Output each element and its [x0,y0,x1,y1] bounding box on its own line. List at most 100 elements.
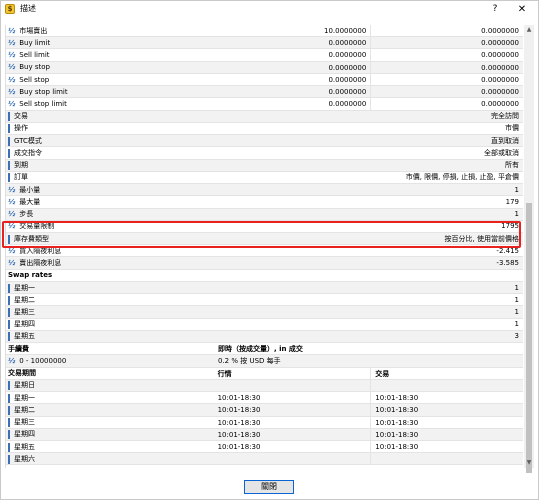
half-icon: ½ [8,63,16,72]
row-label-cell: ½ Buy limit [6,39,216,47]
table-row[interactable]: ½ 最小量 1 [6,184,523,197]
table-row[interactable]: 星期三 1 [6,306,523,319]
table-row[interactable]: 星期日 [6,379,523,393]
trade-session: 10:01-18:30 [370,392,523,404]
row-value-2: 0.0000000 [370,37,523,49]
half-icon: ½ [8,100,16,109]
table-row[interactable]: 星期四 1 [6,319,523,331]
table-row[interactable]: ½ Sell stop limit 0.0000000 0.0000000 [6,98,523,111]
vertical-scrollbar[interactable]: ▲ ▼ [524,25,534,473]
calendar-icon [8,332,10,342]
row-label-cell: 星期三 [6,417,216,428]
row-value-2: 0.0000000 [370,61,523,73]
trade-session: 10:01-18:30 [370,404,523,416]
table-row[interactable]: ½ Sell limit 0.0000000 0.0000000 [6,49,523,62]
half-icon: ½ [8,259,16,268]
row-value-2: 0.0000000 [370,98,523,110]
row-value-1: 0.0000000 [328,51,367,60]
row-label-cell: 星期二 [6,295,216,305]
table-row[interactable]: ½ Buy stop limit 0.0000000 0.0000000 [6,86,523,99]
row-label: 操作 [14,124,28,133]
row-label-cell: 庫存費類型 [6,234,216,244]
table-row[interactable]: ½0 - 10000000 0.2 % 按 USD 每手 [6,355,523,368]
commission-mode: 即時（按成交量）, in 成交 [218,345,303,354]
table-row[interactable]: 星期三 10:01-18:30 10:01-18:30 [6,416,523,429]
row-value: 1795 [501,222,519,231]
row-label: 星期三 [14,308,35,316]
row-value: 1 [514,320,519,329]
table-row[interactable]: ½ 步長 1 [6,208,523,221]
scroll-thumb[interactable] [526,203,532,473]
row-value-2: 0.0000000 [370,25,523,37]
section-header-row: 手續費 即時（按成交量）, in 成交 [6,343,523,356]
trade-session: 10:01-18:30 [370,416,523,428]
trade-session [370,453,523,465]
table-row[interactable]: ½ 買入隔夜利息 -2.415 [6,245,523,258]
commission-title: 手續費 [8,344,29,353]
row-label-cell: 星期一 [6,283,216,293]
row-label: 星期一 [14,283,35,292]
row-value-1: 0.0000000 [328,88,367,97]
table-row[interactable]: 訂單 市價, 限價, 停損, 止損, 止盈, 平倉價 [6,172,523,185]
table-row[interactable]: GTC模式 直到取消 [6,135,523,148]
window-title: 描述 [20,4,36,13]
row-value-2: 0.0000000 [370,73,523,86]
close-window-button[interactable]: ✕ [514,3,530,16]
trade-session: 10:01-18:30 [370,428,523,440]
table-row[interactable]: 星期一 10:01-18:30 10:01-18:30 [6,392,523,405]
scroll-up-arrow-icon[interactable]: ▲ [524,25,534,35]
table-row[interactable]: ½ 交易量限制 1795 [6,221,523,233]
table-row[interactable]: ½ 賣出隔夜利息 -3.585 [6,257,523,270]
row-label-cell: ½ 步長 [6,209,216,219]
row-value-1: 0.0000000 [328,39,367,48]
table-row[interactable]: 庫存費類型 按百分比, 使用當前價格 [6,232,523,246]
half-icon: ½ [8,38,16,47]
specification-grid[interactable]: ½ 市場賣出 10.0000000 0.0000000 ½ Buy limit 0.0000… [5,25,523,468]
table-row[interactable]: 星期五 3 [6,330,523,344]
table-row[interactable]: 星期五 10:01-18:30 10:01-18:30 [6,440,523,454]
row-label-cell: ½0 - 10000000 [6,357,216,365]
half-icon: ½ [8,246,16,255]
list-icon [8,161,10,171]
help-button[interactable]: ? [487,3,503,16]
table-row[interactable]: 星期四 10:01-18:30 10:01-18:30 [6,428,523,441]
row-label: Sell stop [19,75,50,84]
row-label-cell: 成交指令 [6,148,216,158]
list-icon [8,136,10,146]
row-label: Buy stop limit [19,87,68,96]
table-row[interactable]: ½ 最大量 179 [6,196,523,209]
table-row[interactable]: ½ Sell stop 0.0000000 0.0000000 [6,73,523,87]
table-row[interactable]: 星期二 1 [6,294,523,307]
table-row[interactable]: ½ Buy stop 0.0000000 0.0000000 [6,61,523,74]
table-row[interactable]: 星期一 1 [6,281,523,295]
table-row[interactable]: 星期二 10:01-18:30 10:01-18:30 [6,404,523,417]
row-label: Buy limit [19,38,51,47]
row-label: Sell stop limit [19,100,67,109]
table-row[interactable]: 星期六 [6,453,523,466]
row-label: GTC模式 [14,136,42,145]
row-label: 市場賣出 [19,26,48,35]
table-row[interactable]: 成交指令 全部或取消 [6,147,523,160]
table-row[interactable]: 到期 所有 [6,159,523,172]
row-label-cell: ½ Buy stop limit [6,88,216,96]
row-label-cell: ½ 交易量限制 [6,221,216,231]
close-button[interactable]: 關閉 [244,480,294,494]
row-label-cell: 到期 [6,160,216,171]
row-label-cell: ½ 買入隔夜利息 [6,246,216,256]
section-header-row: Swap rates [6,269,523,282]
row-value: -3.585 [496,259,519,268]
row-label: 星期二 [14,295,35,304]
table-row[interactable]: 交易 完全訪問 [6,110,523,123]
table-row[interactable]: 操作 市價 [6,123,523,136]
row-label: 星期四 [14,430,35,439]
table-row[interactable]: ½ Buy limit 0.0000000 0.0000000 [6,37,523,50]
row-label: Buy stop [19,63,50,72]
quote-session [216,453,371,464]
table-row[interactable]: ½ 市場賣出 10.0000000 0.0000000 [6,25,523,38]
row-value-2: 0.0000000 [370,86,523,98]
row-value: -2.415 [496,246,519,255]
row-label-cell: 星期四 [6,319,216,330]
row-label-cell: ½ 最大量 [6,197,216,207]
row-label-cell: 星期一 [6,393,216,403]
scroll-down-arrow-icon[interactable]: ▼ [524,458,534,468]
